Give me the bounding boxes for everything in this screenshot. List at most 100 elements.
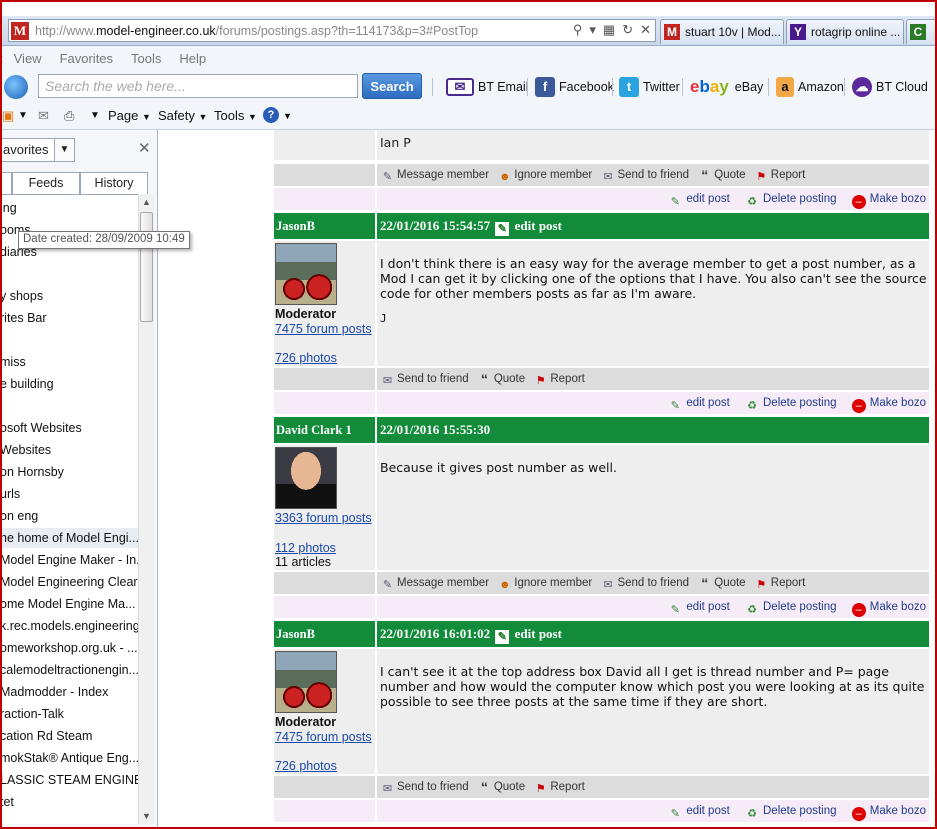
rss-icon[interactable]: ▣ — [2, 108, 14, 124]
send-to-friend-link[interactable]: ✉ Send to friend — [381, 781, 469, 795]
favorite-item[interactable]: on eng — [0, 506, 138, 526]
stop-icon[interactable]: ✕ — [640, 22, 651, 38]
report-link[interactable]: ⚑ Report — [755, 577, 805, 591]
fav-amazon[interactable]: a Amazon — [776, 76, 844, 98]
report-link[interactable]: ⚑ Report — [534, 781, 585, 795]
favorite-item[interactable]: Madmodder - Index — [0, 682, 138, 702]
menu-tools[interactable]: Tools — [131, 51, 161, 66]
post-author[interactable]: JasonB — [274, 621, 375, 647]
favorite-item[interactable]: miss — [0, 352, 138, 372]
scroll-up-icon[interactable]: ▲ — [142, 197, 151, 207]
search-button[interactable]: Search — [362, 73, 422, 99]
make-bozo-link[interactable]: – Make bozo — [851, 193, 926, 209]
favorite-item[interactable]: Model Engineering Clear... — [0, 572, 138, 592]
page-menu[interactable]: Page ▼ — [108, 108, 151, 123]
fav-facebook[interactable]: f Facebook — [535, 76, 614, 98]
make-bozo-link[interactable]: – Make bozo — [851, 397, 926, 413]
tab-feeds[interactable]: Feeds — [12, 172, 80, 194]
help-dropdown-icon[interactable]: ▼ — [283, 111, 292, 121]
tab-rotagrip[interactable]: Yrotagrip online ... — [786, 19, 904, 44]
favorite-item[interactable] — [0, 330, 138, 350]
rss-dropdown-icon[interactable]: ▼ — [18, 110, 28, 121]
tab-favorites[interactable] — [0, 172, 12, 194]
favorite-item[interactable]: y shops — [0, 286, 138, 306]
compatibility-view-icon[interactable]: ▦ — [603, 22, 615, 38]
search-icon[interactable]: ⚲ — [573, 22, 583, 38]
scroll-down-icon[interactable]: ▼ — [142, 811, 151, 821]
tab-other[interactable]: C — [906, 19, 937, 44]
edit-post-link[interactable]: ✎ edit post — [668, 805, 730, 821]
post-author[interactable]: David Clark 1 — [274, 417, 375, 443]
safety-menu[interactable]: Safety ▼ — [158, 108, 207, 123]
tab-model-engineer[interactable]: Mstuart 10v | Mod... — [660, 19, 784, 44]
menu-favorites[interactable]: Favorites — [60, 51, 113, 66]
edit-post-header-link[interactable]: edit post — [515, 626, 562, 641]
send-to-friend-link[interactable]: ✉ Send to friend — [601, 577, 689, 591]
message-member-link[interactable]: ✎ Message member — [381, 169, 489, 183]
delete-posting-link[interactable]: ♻ Delete posting — [745, 805, 836, 821]
close-icon[interactable]: ✕ — [138, 139, 151, 157]
scroll-thumb[interactable] — [140, 212, 153, 322]
make-bozo-link[interactable]: – Make bozo — [851, 805, 926, 821]
ignore-member-link[interactable]: ☻ Ignore member — [498, 169, 592, 183]
fav-bt-cloud[interactable]: ☁ BT Cloud — [852, 76, 928, 98]
favorite-item[interactable]: mokStak® Antique Eng... — [0, 748, 138, 768]
avatar[interactable] — [275, 447, 337, 509]
url-text[interactable]: http://www.model-engineer.co.uk/forums/p… — [35, 24, 478, 38]
quote-link[interactable]: “Quote — [478, 372, 525, 386]
forum-posts-link[interactable]: 3363 forum posts — [275, 511, 372, 526]
favorite-item[interactable]: raction-Talk — [0, 704, 138, 724]
avatar[interactable] — [275, 651, 337, 713]
send-to-friend-link[interactable]: ✉ Send to friend — [381, 373, 469, 387]
message-member-link[interactable]: ✎ Message member — [381, 577, 489, 591]
favorite-item[interactable]: calemodeltractionengin... — [0, 660, 138, 680]
tools-menu[interactable]: Tools ▼ — [214, 108, 257, 123]
favorite-item[interactable]: he home of Model Engi... — [0, 528, 138, 548]
quote-link[interactable]: “Quote — [698, 576, 745, 590]
refresh-icon[interactable]: ↻ — [622, 22, 633, 38]
photos-link[interactable]: 112 photos — [275, 541, 336, 556]
favorite-item[interactable]: omeworkshop.org.uk - ... — [0, 638, 138, 658]
web-search-input[interactable]: Search the web here... — [38, 74, 358, 98]
dropdown-icon[interactable]: ▾ — [589, 22, 596, 38]
quote-link[interactable]: “Quote — [698, 168, 745, 182]
favorite-item[interactable] — [0, 814, 138, 824]
favorite-item[interactable]: ing — [0, 198, 138, 218]
favorite-item[interactable] — [0, 264, 138, 284]
menu-help[interactable]: Help — [179, 51, 206, 66]
fav-ebay[interactable]: ebay eBay — [690, 76, 763, 98]
help-icon[interactable]: ? — [263, 107, 279, 123]
edit-post-link[interactable]: ✎ edit post — [668, 193, 730, 209]
favorite-item[interactable]: cation Rd Steam — [0, 726, 138, 746]
favorite-item[interactable]: rites Bar — [0, 308, 138, 328]
forum-posts-link[interactable]: 7475 forum posts — [275, 730, 372, 745]
fav-twitter[interactable]: t Twitter — [619, 76, 680, 98]
menu-view[interactable]: View — [14, 51, 42, 66]
edit-post-header-link[interactable]: edit post — [515, 218, 562, 233]
read-mail-icon[interactable]: ✉ — [38, 108, 49, 124]
photos-link[interactable]: 726 photos — [275, 351, 337, 366]
favorite-item[interactable]: e building — [0, 374, 138, 394]
delete-posting-link[interactable]: ♻ Delete posting — [745, 601, 836, 617]
favorite-item[interactable]: on Hornsby — [0, 462, 138, 482]
edit-post-link[interactable]: ✎ edit post — [668, 397, 730, 413]
make-bozo-link[interactable]: – Make bozo — [851, 601, 926, 617]
print-dropdown-icon[interactable]: ▼ — [90, 110, 100, 121]
send-to-friend-link[interactable]: ✉ Send to friend — [601, 169, 689, 183]
favorite-item[interactable]: k.rec.models.engineering — [0, 616, 138, 636]
tab-history[interactable]: History — [80, 172, 148, 194]
print-icon[interactable]: ⎙ — [64, 108, 74, 124]
forum-posts-link[interactable]: 7475 forum posts — [275, 322, 372, 337]
favorite-item[interactable]: Websites — [0, 440, 138, 460]
address-bar[interactable]: M http://www.model-engineer.co.uk/forums… — [8, 19, 656, 42]
post-author[interactable]: JasonB — [274, 213, 375, 239]
favorite-item[interactable] — [0, 396, 138, 416]
favorite-item[interactable]: LASSIC STEAM ENGINE... — [0, 770, 138, 790]
report-link[interactable]: ⚑ Report — [534, 373, 585, 387]
chevron-down-icon[interactable]: ▼ — [54, 138, 75, 162]
favorite-item[interactable]: ome Model Engine Ma... — [0, 594, 138, 614]
report-link[interactable]: ⚑ Report — [755, 169, 805, 183]
delete-posting-link[interactable]: ♻ Delete posting — [745, 193, 836, 209]
favorite-item[interactable]: osoft Websites — [0, 418, 138, 438]
fav-bt-email[interactable]: ✉ BT Email — [446, 76, 528, 98]
